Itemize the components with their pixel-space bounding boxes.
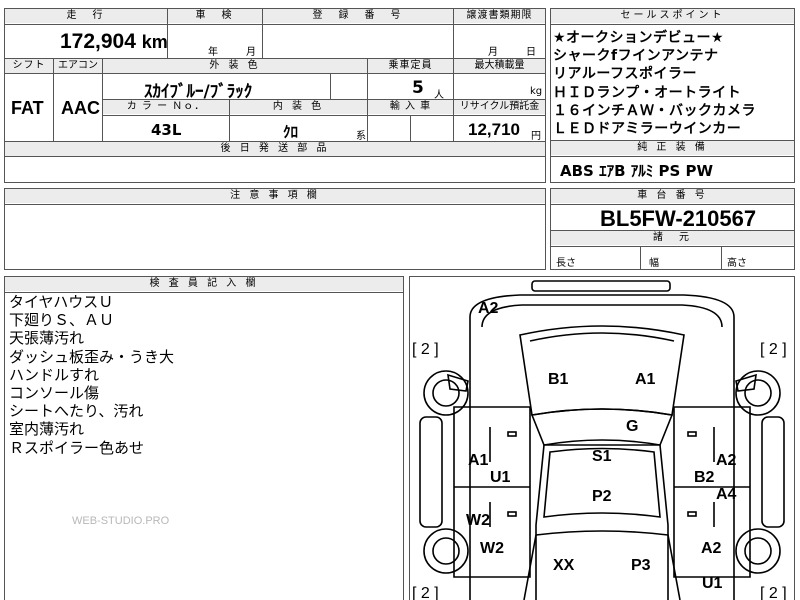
damage-code-roof-front: S1 <box>592 448 612 465</box>
sales-point: ＨＩＤランプ・オートライト <box>553 84 742 101</box>
damage-code-left-front-door-2: U1 <box>490 469 511 486</box>
inspector-note: ダッシュ板歪み・うき大 <box>9 347 175 366</box>
damage-code-right-rear-fender: A2 <box>701 540 722 557</box>
sales-point: ＬＥＤドアミラーウインカー <box>553 121 742 138</box>
front-bumper-strip <box>531 280 671 292</box>
damage-code-rear-glass-left: XX <box>553 557 575 574</box>
sales-points-header: セールスポイント <box>551 9 794 23</box>
car-diagram: [ 2 ] [ 2 ] [ 2 ] [ 2 ] <box>412 280 787 600</box>
inspector-note: シートへたり、汚れ <box>9 402 144 421</box>
interior-color-header: 内 装 色 <box>230 100 367 114</box>
registration-header: 登 録 番 号 <box>263 9 453 23</box>
recycle-deposit-value: 12,710 <box>468 120 520 139</box>
roof-outline <box>535 444 669 600</box>
tire-front-left-tread: [ 2 ] <box>412 341 439 358</box>
front-left-wheel <box>423 370 469 416</box>
sales-point: リアルーフスポイラー <box>553 66 698 83</box>
transfer-day-unit: 日 <box>526 47 536 58</box>
damage-code-front-bumper: A2 <box>478 300 499 317</box>
watermark: WEB-STUDIO.PRO <box>72 515 170 527</box>
damage-code-rear-glass-right: P3 <box>631 557 651 574</box>
max-load-header: 最大積載量 <box>454 59 545 73</box>
chassis-number-header: 車 台 番 号 <box>551 189 794 203</box>
aircon-value: AAC <box>61 98 100 118</box>
inspector-note: コンソール傷 <box>9 384 100 403</box>
recycle-deposit-unit: 円 <box>531 131 541 142</box>
tire-rear-right-tread: [ 2 ] <box>760 585 787 600</box>
tire-front-right-tread: [ 2 ] <box>760 341 787 358</box>
chassis-number-value: BL5FW-210567 <box>600 206 757 231</box>
inspector-note: タイヤハウスＵ <box>9 293 114 311</box>
shift-header: シフト <box>5 59 53 73</box>
load-unit: kg <box>530 86 543 97</box>
damage-code-right-front-door-2: B2 <box>694 469 715 486</box>
damage-code-windshield: G <box>626 418 639 435</box>
color-no-header: カ ラ ー Ｎｏ． <box>103 100 229 114</box>
exterior-color-header: 外 装 色 <box>103 59 367 73</box>
interior-color-value: ｸﾛ <box>283 123 299 141</box>
inspection-year-unit: 年 <box>208 47 218 58</box>
mileage-value: 172,904 km <box>60 30 168 53</box>
transfer-deadline-header: 譲渡書類期限 <box>454 9 545 23</box>
windshield-outline <box>530 408 674 446</box>
inspector-note: 室内薄汚れ <box>9 420 85 439</box>
equipment-header: 純 正 装 備 <box>551 141 794 155</box>
rear-glass-outline <box>523 530 681 600</box>
shift-value: FAT <box>11 98 44 118</box>
inspector-note: 下廻りＳ、ＡＵ <box>9 311 115 330</box>
specs-header: 諸 元 <box>551 231 794 245</box>
equipment-value: ABS ｴｱB ｱﾙﾐ PS PW <box>560 162 714 180</box>
damage-code-right-front-door-3: A4 <box>716 486 737 503</box>
hood-outline <box>519 325 685 416</box>
tire-rear-left-tread: [ 2 ] <box>412 585 439 600</box>
inspector-note: ハンドルすれ <box>9 365 100 384</box>
mileage-unit: km <box>141 32 168 52</box>
damage-code-left-front-door-1: A1 <box>468 452 489 469</box>
sales-point: シャークfフインアンテナ <box>553 48 719 65</box>
inspector-note: Ｒスポイラー色あせ <box>9 438 145 457</box>
damage-code-left-rear-door: W2 <box>466 512 490 529</box>
width-label: 幅 <box>649 258 659 269</box>
capacity-value: 5 <box>412 78 424 98</box>
damage-code-rear-right: U1 <box>702 575 723 592</box>
damage-code-right-front-door-1: A2 <box>716 452 737 469</box>
mileage-header: 走 行 <box>5 9 167 23</box>
inspector-header: 検 査 員 記 入 欄 <box>5 277 403 291</box>
rear-left-wheel <box>423 528 469 574</box>
damage-code-roof-rear: P2 <box>592 488 612 505</box>
recycle-deposit-header: リサイクル預託金 <box>454 100 545 114</box>
later-parts-header: 後 日 発 送 部 品 <box>5 142 545 156</box>
sales-point: １６インチＡＷ・バックカメラ <box>553 102 756 119</box>
inspector-notes: タイヤハウスＵ 下廻りＳ、ＡＵ 天張薄汚れ ダッシュ板歪み・うき大 ハンドルすれ… <box>9 293 174 457</box>
import-car-header: 輸 入 車 <box>368 100 453 114</box>
height-label: 高さ <box>727 258 747 269</box>
transfer-month-unit: 月 <box>488 47 498 58</box>
color-no-value: 43L <box>151 121 182 139</box>
length-label: 長さ <box>556 258 576 269</box>
caution-header: 注 意 事 項 欄 <box>5 189 545 203</box>
capacity-header: 乗車定員 <box>368 59 453 73</box>
aircon-header: エアコン <box>54 59 102 73</box>
damage-code-hood-left: B1 <box>548 371 569 388</box>
inspection-header: 車 検 <box>168 9 262 23</box>
sales-point: ★オークションデビュー★ <box>553 30 725 46</box>
damage-code-hood-right: A1 <box>635 371 656 388</box>
interior-color-suffix: 系 <box>356 131 366 142</box>
rear-right-wheel <box>735 528 781 574</box>
front-right-wheel <box>735 370 781 416</box>
sales-points-list: ★オークションデビュー★ シャークfフインアンテナ リアルーフスポイラー ＨＩＤ… <box>553 29 756 138</box>
inspection-month-unit: 月 <box>246 47 256 58</box>
damage-code-left-rear-fender: W2 <box>480 540 504 557</box>
inspector-note: 天張薄汚れ <box>9 329 85 348</box>
